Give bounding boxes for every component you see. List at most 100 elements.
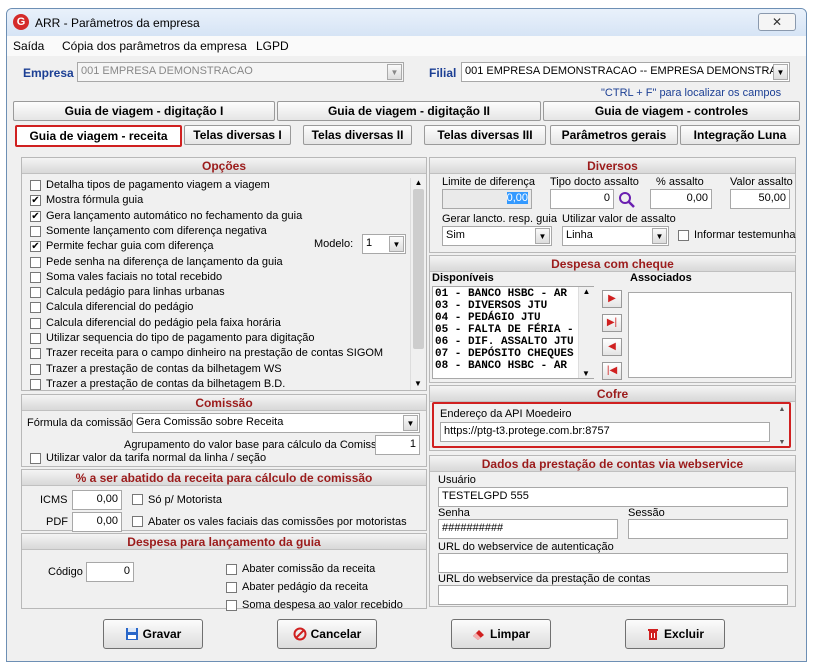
tab-integracao-luna[interactable]: Integração Luna [680,125,800,145]
cheque-list-item[interactable]: 03 - DIVERSOS JTU [435,300,591,312]
associados-list[interactable] [628,292,792,378]
comissao-panel: Comissão Fórmula da comissão Gera Comiss… [21,394,427,467]
abater-comissao-label: Abater comissão da receita [242,563,376,575]
cofre-panel: Cofre Endereço da API Moedeiro https://p… [429,385,796,451]
agrup-input[interactable]: 1 [375,435,420,455]
abater-comissao-checkbox[interactable] [226,564,237,575]
auth-url-input[interactable] [438,553,788,573]
opcao-checkbox[interactable] [30,363,41,375]
search-icon[interactable] [618,191,636,209]
tab-telas-2[interactable]: Telas diversas II [303,125,412,145]
icms-input[interactable]: 0,00 [72,490,122,510]
assalto-pct-input[interactable]: 0,00 [650,189,712,209]
excluir-button[interactable]: Excluir [625,619,725,649]
opcao-checkbox[interactable] [30,348,41,360]
cheque-list-item[interactable]: 08 - BANCO HSBC - AR [435,360,591,372]
scroll-down-icon[interactable]: ▼ [411,379,425,388]
window-title: ARR - Parâmetros da empresa [35,16,200,30]
tab-digitacao-1[interactable]: Guia de viagem - digitação I [13,101,275,121]
gravar-button[interactable]: Gravar [103,619,203,649]
formula-select[interactable]: Gera Comissão sobre Receita ▼ [132,413,420,433]
motorista-checkbox[interactable] [132,494,143,505]
chevron-down-icon: ▼ [387,64,402,80]
tarifa-checkbox[interactable] [30,453,41,464]
cheque-list-item[interactable]: 06 - DIF. ASSALTO JTU [435,336,591,348]
tab-digitacao-2[interactable]: Guia de viagem - digitação II [277,101,541,121]
cancel-icon [293,627,307,641]
scroll-up-icon[interactable]: ▲ [776,406,788,413]
api-input[interactable]: https://ptg-t3.protege.com.br:8757 [440,422,770,442]
scroll-up-icon[interactable]: ▲ [411,178,426,187]
opcao-checkbox[interactable] [30,256,41,268]
valor-assalto-input[interactable]: 50,00 [730,189,790,209]
menu-copia[interactable]: Cópia dos parâmetros da empresa [62,39,247,53]
tab-receita[interactable]: Guia de viagem - receita [15,125,182,147]
cofre-scrollbar[interactable]: ▲ ▼ [776,406,788,446]
empresa-combo[interactable]: 001 EMPRESA DEMONSTRACAO ▼ [77,62,404,82]
modelo-select[interactable]: 1 ▼ [362,234,406,254]
cheque-scrollbar[interactable]: ▲ ▼ [578,287,594,378]
scroll-up-icon[interactable]: ▲ [579,287,594,296]
tab-telas-3[interactable]: Telas diversas III [424,125,546,145]
tab-controles[interactable]: Guia de viagem - controles [543,101,800,121]
opcao-checkbox[interactable] [30,302,41,314]
senha-input[interactable]: ########## [438,519,618,539]
soma-despesa-checkbox[interactable] [226,600,237,611]
abater-pedagio-checkbox[interactable] [226,582,237,593]
search-hint: "CTRL + F" para localizar os campos [601,87,782,99]
tarifa-label: Utilizar valor da tarifa normal da linha… [46,452,267,464]
usuario-input[interactable]: TESTELGPD 555 [438,487,788,507]
limpar-button[interactable]: Limpar [451,619,551,649]
limpar-label: Limpar [489,627,530,641]
opcoes-panel: Opções Detalha tipos de pagamento viagem… [21,157,427,391]
cheque-list-item[interactable]: 04 - PEDÁGIO JTU [435,312,591,324]
opcao-checkbox[interactable]: ✔ [30,195,41,207]
cheque-list-item[interactable]: 07 - DEPÓSITO CHEQUES [435,348,591,360]
tab-telas-1[interactable]: Telas diversas I [184,125,291,145]
move-all-left-icon[interactable]: |◀ [602,362,622,380]
opcao-label: Calcula diferencial do pedágio [46,301,194,314]
codigo-input[interactable]: 0 [86,562,134,582]
disponiveis-list[interactable]: 01 - BANCO HSBC - AR 03 - DIVERSOS JTU 04 … [432,286,594,379]
move-right-icon[interactable]: ▶ [602,290,622,308]
diversos-panel: Diversos Limite de diferença 0,00 Tipo d… [429,157,796,253]
tab-parametros-gerais[interactable]: Parâmetros gerais [550,125,678,145]
scroll-down-icon[interactable]: ▼ [776,439,788,446]
move-all-right-icon[interactable]: ▶| [602,314,622,332]
cheque-list-item[interactable]: 01 - BANCO HSBC - AR [435,288,591,300]
utilizar-select[interactable]: Linha ▼ [562,226,669,246]
menu-saida[interactable]: Saída [13,39,44,53]
prest-url-input[interactable] [438,585,788,605]
move-left-icon[interactable]: ◀ [602,338,622,356]
cheque-list-item[interactable]: 05 - FALTA DE FÉRIA - [435,324,591,336]
opcao-checkbox[interactable] [30,287,41,299]
opcao-checkbox[interactable] [30,180,41,191]
scroll-thumb[interactable] [413,189,424,349]
informar-checkbox[interactable] [678,230,689,241]
opcao-checkbox[interactable] [30,317,41,329]
tipo-input[interactable]: 0 [550,189,614,209]
opcoes-list: Detalha tipos de pagamento viagem a viag… [30,178,410,390]
cancelar-button[interactable]: Cancelar [277,619,377,649]
app-logo-icon: G [13,14,29,30]
opcao-checkbox[interactable] [30,333,41,344]
filial-combo[interactable]: 001 EMPRESA DEMONSTRACAO -- EMPRESA DEMO… [461,62,790,82]
menu-lgpd[interactable]: LGPD [256,39,289,53]
limite-label: Limite de diferença [442,176,535,188]
opcao-checkbox[interactable]: ✔ [30,241,41,253]
pdf-input[interactable]: 0,00 [72,512,122,532]
sessao-input[interactable] [628,519,788,539]
opcao-checkbox[interactable] [30,271,41,283]
app-window: G ARR - Parâmetros da empresa ✕ Saída Có… [6,8,807,662]
gerar-select[interactable]: Sim ▼ [442,226,552,246]
close-button[interactable]: ✕ [758,13,796,31]
limite-input[interactable]: 0,00 [442,189,532,209]
vales-checkbox[interactable] [132,516,143,527]
utilizar-value: Linha [566,229,593,241]
opcao-checkbox[interactable]: ✔ [30,210,41,222]
despesa-guia-panel: Despesa para lançamento da guia Código 0… [21,533,427,611]
opcao-checkbox[interactable] [30,378,41,390]
opcoes-scrollbar[interactable]: ▲ ▼ [410,178,426,390]
scroll-down-icon[interactable]: ▼ [579,369,593,378]
opcao-checkbox[interactable] [30,225,41,237]
